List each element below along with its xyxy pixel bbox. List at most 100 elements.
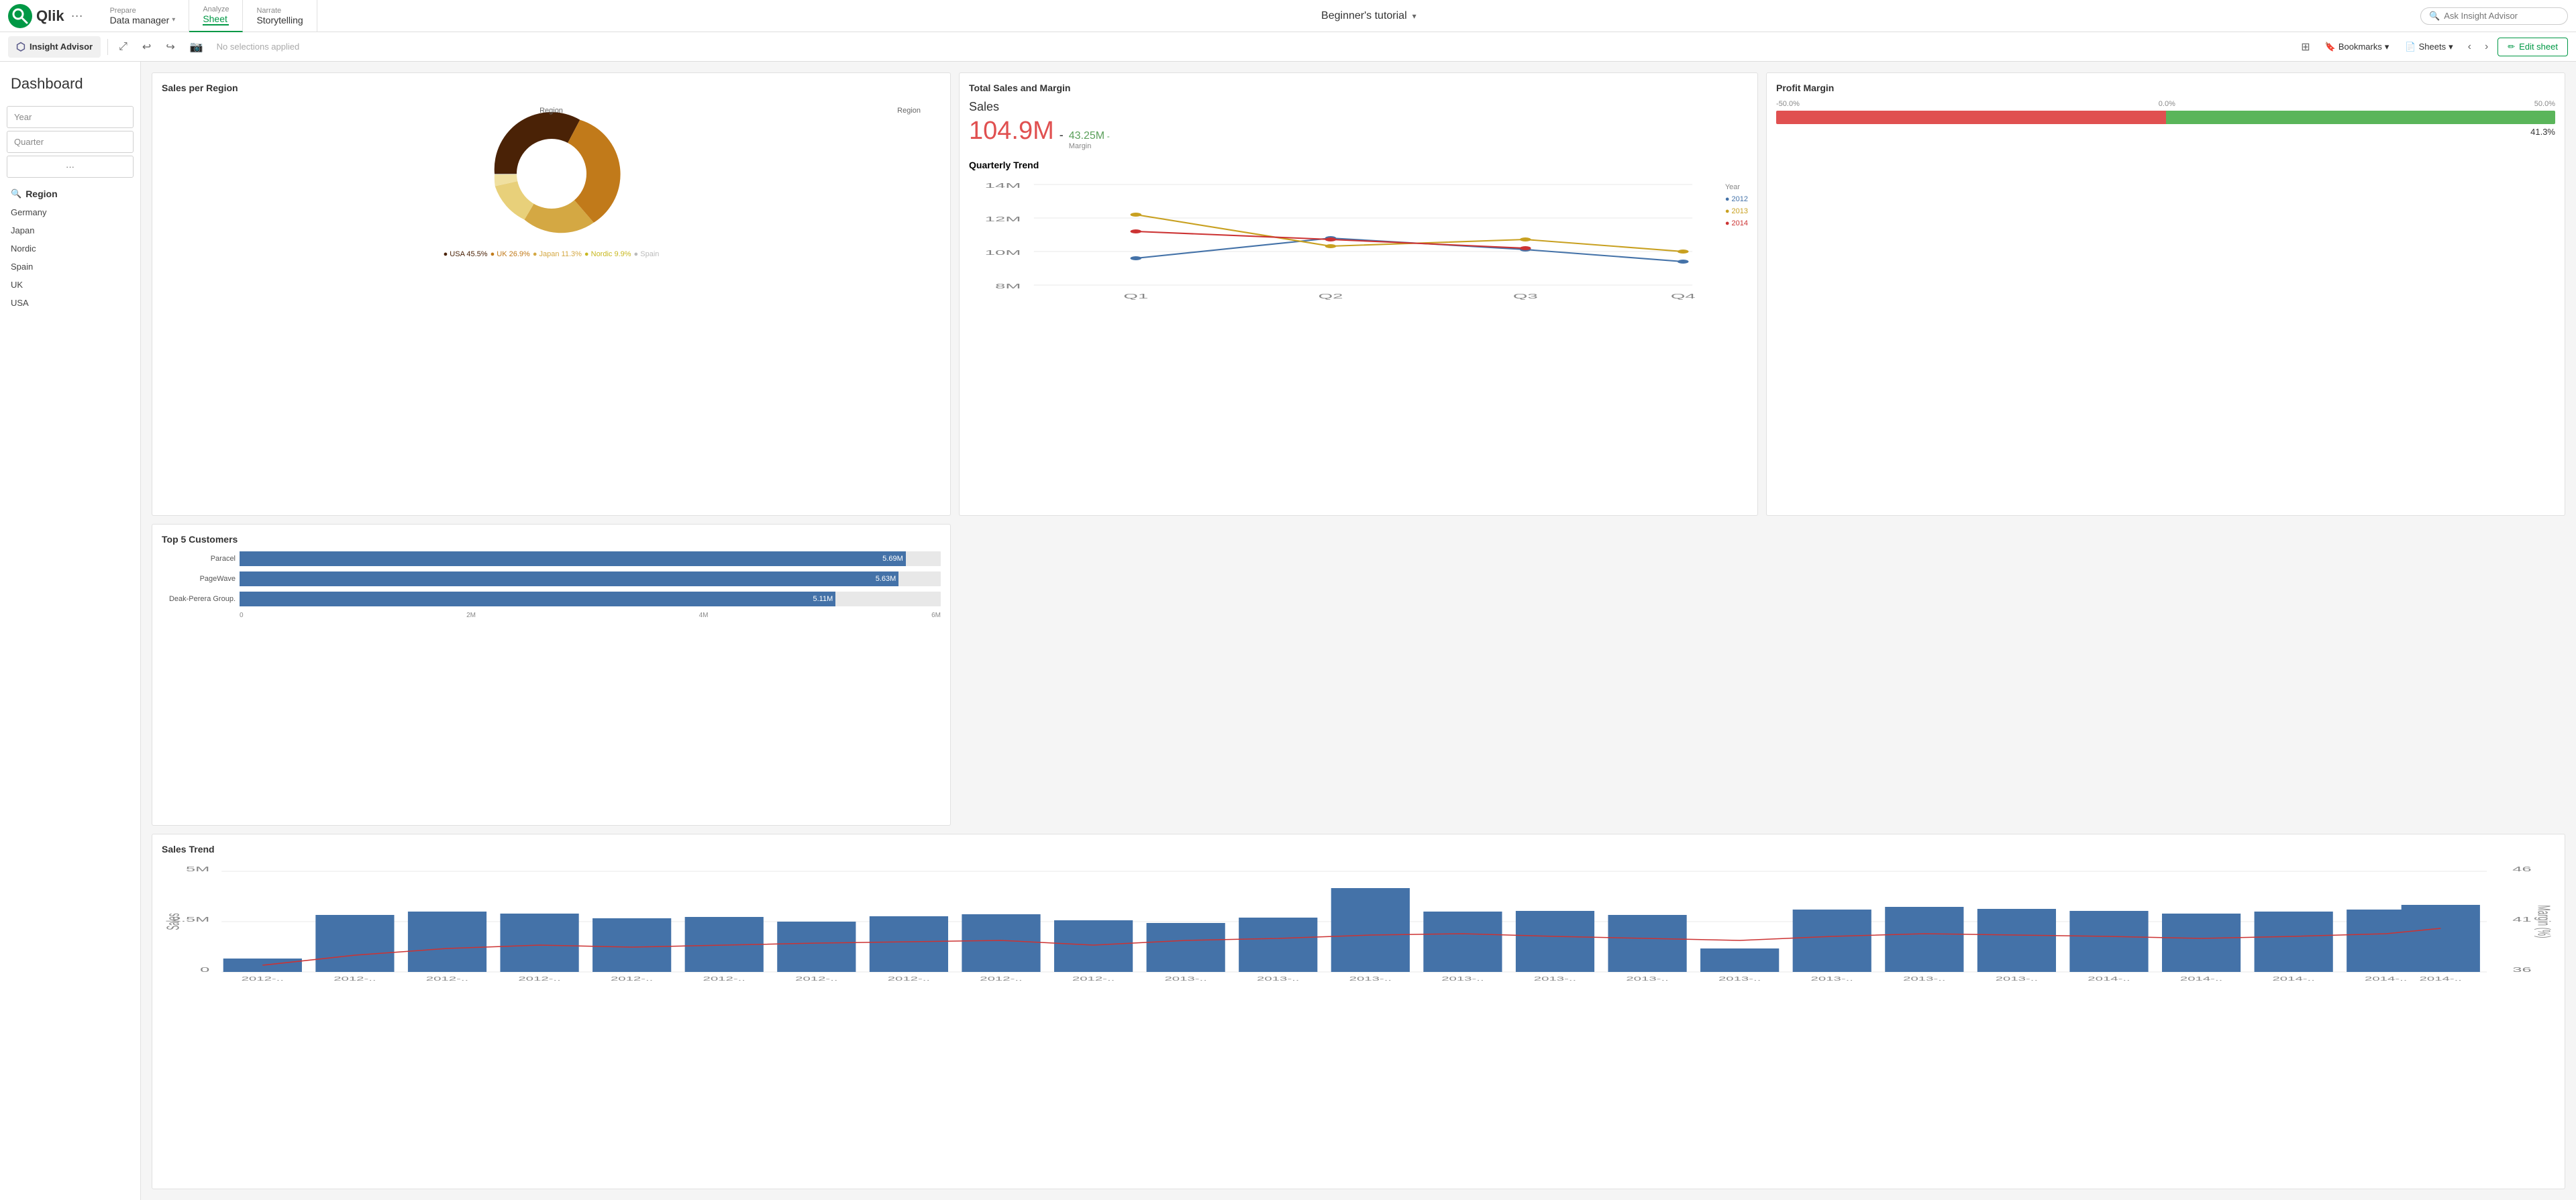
bar-label-deak: Deak-Perera Group. xyxy=(162,595,236,603)
svg-text:2014-..: 2014-.. xyxy=(2180,977,2222,983)
sidebar-item-germany[interactable]: Germany xyxy=(0,203,140,221)
bookmarks-button[interactable]: 🔖 Bookmarks ▾ xyxy=(2320,39,2395,55)
svg-text:2012-..: 2012-.. xyxy=(980,977,1022,983)
insight-advisor-icon: ⬡ xyxy=(16,40,25,54)
edit-sheet-button[interactable]: ✏ Edit sheet xyxy=(2497,38,2568,56)
bar-value-pagewave: 5.63M xyxy=(876,575,896,583)
sales-label: Sales xyxy=(969,100,1748,114)
svg-text:2012-..: 2012-.. xyxy=(611,977,653,983)
bar-label-pagewave: PageWave xyxy=(162,575,236,583)
next-sheet-button[interactable]: › xyxy=(2481,38,2492,56)
ask-insight-advisor-search[interactable]: 🔍 xyxy=(2420,7,2568,25)
margin-value: 43.25M xyxy=(1069,130,1104,142)
fullscreen-button[interactable]: ⤢ xyxy=(115,38,132,56)
main-content: Sales per Region xyxy=(141,62,2576,1200)
bar-inner-paracel: 5.69M xyxy=(240,551,906,566)
sheets-arrow: ▾ xyxy=(2449,42,2453,52)
page-title: Dashboard xyxy=(0,70,140,103)
bar-outer-deak: 5.11M xyxy=(240,592,941,606)
quarterly-trend-title: Quarterly Trend xyxy=(969,160,1748,170)
grid-view-button[interactable]: ⊞ xyxy=(2297,38,2314,56)
nav-prepare[interactable]: Prepare Data manager ▾ xyxy=(97,0,190,32)
svg-text:2012-..: 2012-.. xyxy=(888,977,930,983)
sales-per-region-card: Sales per Region xyxy=(152,72,951,516)
bar-value-deak: 5.11M xyxy=(813,595,833,603)
region-label-legend: Region xyxy=(539,107,563,115)
svg-text:2013-..: 2013-.. xyxy=(1811,977,1853,983)
sidebar-item-usa[interactable]: USA xyxy=(0,294,140,312)
qlik-logo[interactable]: Qlik xyxy=(8,4,64,28)
svg-text:Q1: Q1 xyxy=(1123,292,1148,300)
bar-row-pagewave: PageWave 5.63M xyxy=(162,571,941,586)
edit-icon: ✏ xyxy=(2508,42,2515,52)
svg-text:2013-..: 2013-.. xyxy=(1718,977,1761,983)
more-filters[interactable]: ··· xyxy=(7,156,134,178)
svg-text:2014-..: 2014-.. xyxy=(2420,977,2462,983)
svg-text:Q3: Q3 xyxy=(1513,292,1538,300)
redo-button[interactable]: ↪ xyxy=(162,38,178,56)
svg-text:2013-..: 2013-.. xyxy=(1164,977,1206,983)
svg-text:2014-..: 2014-.. xyxy=(2272,977,2314,983)
x-label-4m: 4M xyxy=(699,612,709,619)
profit-margin-card: Profit Margin -50.0% 0.0% 50.0% 41.3% xyxy=(1766,72,2565,516)
more-options-icon[interactable]: ··· xyxy=(71,9,83,23)
top-navigation: Qlik ··· Prepare Data manager ▾ Analyze … xyxy=(0,0,2576,32)
bar-row-paracel: Paracel 5.69M xyxy=(162,551,941,566)
svg-text:2013-..: 2013-.. xyxy=(1534,977,1576,983)
region-section-title: 🔍 Region xyxy=(0,180,140,203)
sidebar-item-spain[interactable]: Spain xyxy=(0,258,140,276)
svg-text:2013-..: 2013-.. xyxy=(1349,977,1392,983)
year-filter[interactable]: Year xyxy=(7,106,134,128)
svg-text:2012-..: 2012-.. xyxy=(426,977,468,983)
svg-text:14M: 14M xyxy=(985,182,1021,189)
svg-text:2012-..: 2012-.. xyxy=(333,977,376,983)
toolbar-right: ⊞ 🔖 Bookmarks ▾ 📄 Sheets ▾ ‹ › ✏ Edit sh… xyxy=(2297,38,2568,56)
x-label-6m: 6M xyxy=(931,612,941,619)
bar-outer-paracel: 5.69M xyxy=(240,551,941,566)
bar-outer-pagewave: 5.63M xyxy=(240,571,941,586)
sidebar-item-japan[interactable]: Japan xyxy=(0,221,140,239)
search-icon-region: 🔍 xyxy=(11,188,21,199)
profit-value: 41.3% xyxy=(1776,127,2555,137)
sidebar-item-uk[interactable]: UK xyxy=(0,276,140,294)
bar-inner-pagewave: 5.63M xyxy=(240,571,898,586)
profit-bar-green xyxy=(2166,111,2556,124)
quarterly-trend-chart: 14M 12M 10M 8M Q1 Q2 Q3 Q4 xyxy=(969,174,1748,309)
insight-advisor-button[interactable]: ⬡ Insight Advisor xyxy=(8,36,101,58)
bar-row-deak: Deak-Perera Group. 5.11M xyxy=(162,592,941,606)
quarter-filter[interactable]: Quarter xyxy=(7,131,134,153)
bar-x-axis: 0 2M 4M 6M xyxy=(162,612,941,619)
donut-svg xyxy=(478,100,625,248)
undo-button[interactable]: ↩ xyxy=(138,38,155,56)
svg-text:8M: 8M xyxy=(995,282,1021,290)
sales-trend-chart-area: 5M 2.5M 0 46 41 36 xyxy=(162,861,2555,982)
svg-text:41: 41 xyxy=(2512,916,2531,924)
svg-text:2012-..: 2012-.. xyxy=(703,977,745,983)
bar-inner-deak: 5.11M xyxy=(240,592,835,606)
svg-text:2013-..: 2013-.. xyxy=(1626,977,1668,983)
profit-bar xyxy=(1776,111,2555,124)
quarterly-legend: Year ● 2012 ● 2013 ● 2014 xyxy=(1725,181,1748,229)
snapshot-button[interactable]: 📷 xyxy=(186,38,207,56)
sidebar: Dashboard Year Quarter ··· 🔍 Region Germ… xyxy=(0,62,141,1200)
prev-sheet-button[interactable]: ‹ xyxy=(2464,38,2475,56)
nav-analyze[interactable]: Analyze Sheet xyxy=(189,0,243,32)
search-input[interactable] xyxy=(2444,11,2558,21)
main-layout: Dashboard Year Quarter ··· 🔍 Region Germ… xyxy=(0,62,2576,1200)
margin-dash: - xyxy=(1107,131,1110,141)
profit-label-zero: 0.0% xyxy=(2159,100,2175,108)
total-sales-title: Total Sales and Margin xyxy=(969,83,1748,93)
no-selections-label: No selections applied xyxy=(217,42,300,52)
sales-trend-title: Sales Trend xyxy=(162,844,2555,855)
region-legend-label: Region xyxy=(897,107,921,115)
sales-per-region-title: Sales per Region xyxy=(162,83,941,93)
qlik-wordmark: Qlik xyxy=(36,7,64,25)
nav-narrate[interactable]: Narrate Storytelling xyxy=(243,0,317,32)
donut-legend: ● USA 45.5% ● UK 26.9% ● Japan 11.3% ● N… xyxy=(162,250,941,258)
sheets-button[interactable]: 📄 Sheets ▾ xyxy=(2400,39,2458,55)
bar-value-paracel: 5.69M xyxy=(882,555,903,563)
bar-label-paracel: Paracel xyxy=(162,555,236,563)
sidebar-item-nordic[interactable]: Nordic xyxy=(0,239,140,258)
app-title-dropdown-icon[interactable]: ▾ xyxy=(1412,11,1416,21)
svg-text:2012-..: 2012-.. xyxy=(1072,977,1115,983)
